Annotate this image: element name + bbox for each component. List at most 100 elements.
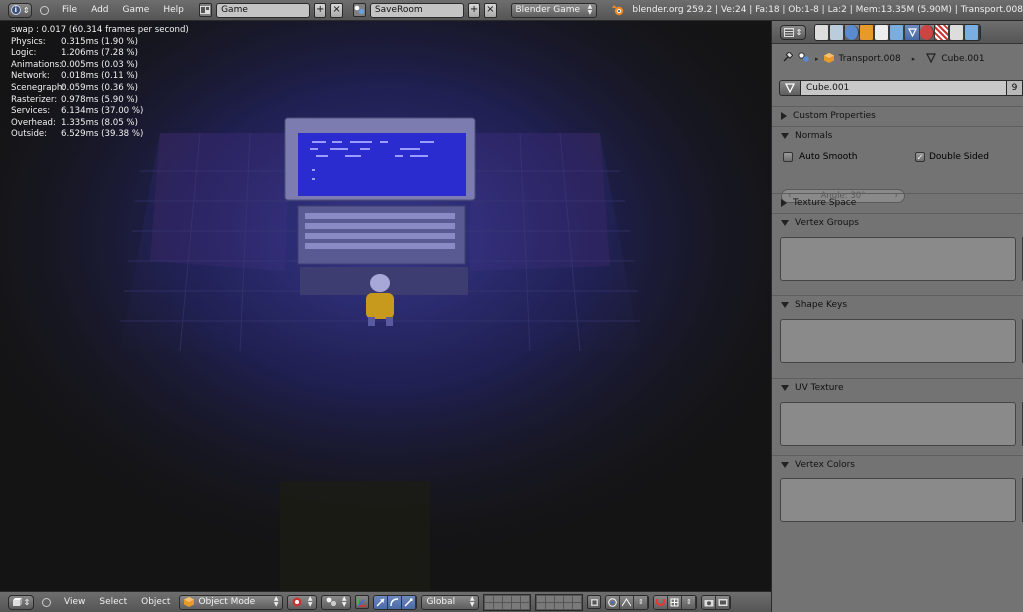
3d-viewport[interactable]: swap : 0.017 (60.314 frames per second) … [0, 21, 771, 591]
shape-keys-list[interactable] [780, 319, 1016, 363]
world-tab-icon[interactable] [845, 24, 860, 40]
updown-arrows-icon: ⇕ [22, 5, 30, 15]
translate-icon[interactable] [374, 595, 389, 609]
viewport-shading-dropdown[interactable]: ▲ ▼ [287, 594, 318, 610]
panel-header[interactable]: Custom Properties [772, 107, 1023, 125]
object-breadcrumb-icon [823, 52, 834, 66]
properties-editor-type-button[interactable]: ⇕ [780, 24, 806, 40]
screen-layout-field[interactable]: Game [216, 2, 311, 18]
panel-header[interactable]: UV Texture [772, 379, 1023, 397]
collapse-menu-icon[interactable] [42, 597, 51, 607]
panel-header[interactable]: Vertex Colors [772, 456, 1023, 474]
viewport-editor-type-button[interactable]: ⇕ [8, 594, 34, 610]
panel-header[interactable]: Vertex Groups [772, 214, 1023, 232]
profiler-row: Scenegraph: 0.059ms (0.36 %) [11, 83, 189, 95]
menu-view[interactable]: View [59, 597, 90, 607]
mesh-browse-icon[interactable] [779, 80, 801, 96]
auto-smooth-checkbox[interactable]: Auto Smooth [783, 152, 857, 162]
modifiers-tab-icon[interactable] [890, 24, 905, 40]
uv-texture-list[interactable] [780, 402, 1016, 446]
menu-game[interactable]: Game [118, 5, 155, 15]
scene-breadcrumb-icon [798, 52, 810, 66]
profiler-value: 0.005ms (0.03 %) [61, 59, 138, 70]
interaction-mode-dropdown[interactable]: Object Mode ▲ ▼ [179, 594, 284, 610]
add-scene-button[interactable]: + [467, 2, 481, 18]
render-animation-icon[interactable] [716, 595, 731, 609]
panel-header[interactable]: Texture Space [772, 194, 1023, 212]
profiler-value: 6.134ms (37.00 %) [61, 106, 144, 117]
menu-object[interactable]: Object [136, 597, 175, 607]
scene-name: SaveRoom [374, 5, 423, 15]
falloff-arrows-icon[interactable]: ⇕ [634, 595, 649, 609]
profiler-row: Logic: 1.206ms (7.28 %) [11, 48, 189, 60]
profiler-value: 0.978ms (5.90 %) [61, 94, 138, 105]
layer-buttons-2[interactable] [535, 593, 584, 611]
vertex-colors-list[interactable] [780, 478, 1016, 522]
object-tab-icon[interactable] [860, 24, 875, 40]
transform-orientation-dropdown[interactable]: Global ▲ ▼ [421, 594, 480, 610]
delete-scene-button[interactable]: × [484, 2, 497, 18]
breadcrumb-mesh: Cube.001 [941, 54, 985, 64]
orientation-label: Global [426, 597, 456, 607]
add-screen-button[interactable]: + [314, 2, 327, 18]
rotate-icon[interactable] [388, 595, 403, 609]
double-sided-checkbox[interactable]: ✓ Double Sided [915, 152, 989, 162]
menu-help[interactable]: Help [158, 5, 189, 15]
delete-screen-button[interactable]: × [330, 2, 343, 18]
shading-icon [292, 597, 302, 607]
physics-tab-icon[interactable] [965, 24, 980, 40]
render-tab-icon[interactable] [815, 24, 830, 40]
menu-add[interactable]: Add [86, 5, 113, 15]
panel-header[interactable]: Normals [772, 127, 1023, 145]
mesh-name-field[interactable]: Cube.001 [801, 80, 1007, 96]
render-engine-label: Blender Game [515, 5, 581, 15]
layer-buttons[interactable] [483, 593, 532, 611]
collapse-menu-icon[interactable] [40, 5, 50, 15]
menu-select[interactable]: Select [94, 597, 132, 607]
snap-element-icon[interactable] [668, 595, 683, 609]
editor-type-button[interactable]: i ⇕ [8, 2, 33, 18]
blender-logo-icon [611, 3, 624, 17]
profiler-value: 1.335ms (8.05 %) [61, 117, 138, 128]
panel-header[interactable]: Shape Keys [772, 296, 1023, 314]
screen-layout-icon[interactable] [198, 3, 213, 17]
pin-icon[interactable] [782, 51, 794, 66]
profiler-row: Outside: 6.529ms (39.38 %) [11, 129, 189, 141]
menu-file[interactable]: File [57, 5, 82, 15]
panel-title: UV Texture [795, 383, 844, 393]
scene-tab-icon[interactable] [830, 24, 845, 40]
collapsed-triangle-icon [781, 199, 787, 207]
profiler-label: Services: [11, 106, 51, 117]
info-icon: i [10, 5, 21, 15]
constraints-tab-icon[interactable] [875, 24, 890, 40]
panel-texture-space[interactable]: Texture Space [772, 193, 1023, 212]
profiler-label: Scenegraph: [11, 82, 66, 93]
profiler-label: Logic: [11, 48, 37, 59]
breadcrumb-arrow-icon: ▸ [911, 55, 916, 63]
manipulator-modes [373, 594, 418, 610]
render-still-icon[interactable] [702, 595, 717, 609]
layer-lock-icon[interactable] [587, 595, 602, 609]
snap-magnet-icon[interactable] [654, 595, 669, 609]
updown-arrows-icon: ⇕ [23, 597, 31, 607]
panel-title: Vertex Colors [795, 460, 855, 470]
proportional-edit-icon[interactable] [606, 595, 621, 609]
manipulator-toggle-icon[interactable] [355, 595, 370, 609]
profiler-row: Network: 0.018ms (0.11 %) [11, 71, 189, 83]
falloff-icon[interactable] [620, 595, 635, 609]
scene-icon[interactable] [352, 3, 366, 17]
particles-tab-icon[interactable] [950, 24, 965, 40]
scale-icon[interactable] [402, 595, 417, 609]
scene-field[interactable]: SaveRoom [369, 2, 464, 18]
mesh-users-count[interactable]: 9 [1007, 80, 1023, 96]
panel-custom-properties[interactable]: Custom Properties [772, 106, 1023, 125]
pivot-point-dropdown[interactable]: ▲ ▼ [321, 594, 352, 610]
material-tab-icon[interactable] [920, 24, 935, 40]
expanded-triangle-icon [781, 462, 789, 468]
texture-tab-icon[interactable] [935, 24, 950, 40]
mesh-data-tab-icon[interactable] [905, 24, 920, 40]
panel-title: Shape Keys [795, 300, 848, 310]
vertex-groups-list[interactable] [780, 237, 1016, 281]
snap-arrows-icon[interactable]: ⇕ [682, 595, 697, 609]
render-engine-dropdown[interactable]: Blender Game ▲ ▼ [510, 2, 598, 18]
